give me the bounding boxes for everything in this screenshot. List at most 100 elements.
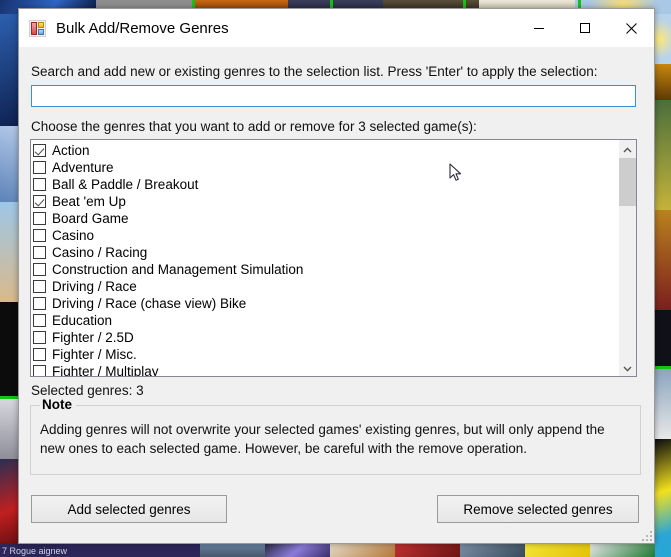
checkbox-unchecked-icon[interactable] [33, 280, 46, 293]
genre-list-item[interactable]: Education [33, 312, 618, 329]
checkbox-unchecked-icon[interactable] [33, 212, 46, 225]
genre-list-item-label: Ball & Paddle / Breakout [52, 177, 199, 192]
genre-checked-list-box[interactable]: Action Adventure Ball & Paddle / Breakout B… [30, 139, 637, 377]
background-thumbnail [0, 399, 20, 459]
background-thumbnail [655, 369, 671, 439]
genre-list-item-label: Fighter / Misc. [52, 347, 137, 362]
background-thumbnail [0, 302, 20, 398]
genre-list-item[interactable]: Fighter / Multiplay [33, 363, 618, 376]
background-thumbnail-row [655, 439, 671, 557]
resize-grip[interactable] [640, 529, 652, 541]
checkbox-unchecked-icon[interactable] [33, 246, 46, 259]
genre-list-item[interactable]: Casino [33, 227, 618, 244]
add-selected-genres-button[interactable]: Add selected genres [31, 495, 227, 523]
background-thumbnail [0, 126, 20, 202]
genre-list-item-label: Board Game [52, 211, 129, 226]
selected-genres-count: Selected genres: 3 [31, 383, 144, 398]
title-bar[interactable]: Bulk Add/Remove Genres [19, 9, 654, 47]
background-thumbnail [655, 310, 671, 366]
background-thumbnail [655, 14, 671, 64]
close-button[interactable] [608, 9, 654, 47]
genre-list-item-label: Driving / Race [52, 279, 137, 294]
genre-list-item[interactable]: Fighter / 2.5D [33, 329, 618, 346]
genre-list-item[interactable]: Casino / Racing [33, 244, 618, 261]
maximize-icon [579, 22, 591, 34]
background-thumbnail [265, 543, 330, 557]
chevron-down-icon [623, 359, 632, 377]
choose-genres-label: Choose the genres that you want to add o… [31, 119, 477, 134]
remove-selected-genres-button[interactable]: Remove selected genres [437, 495, 639, 523]
checkbox-checked-icon[interactable] [33, 195, 46, 208]
note-groupbox: Note Adding genres will not overwrite yo… [30, 397, 641, 475]
checkbox-unchecked-icon[interactable] [33, 229, 46, 242]
checkbox-unchecked-icon[interactable] [33, 314, 46, 327]
background-thumbnail [330, 543, 395, 557]
genre-list-item[interactable]: Ball & Paddle / Breakout [33, 176, 618, 193]
background-thumbnail-row [0, 14, 20, 126]
search-instruction-label: Search and add new or existing genres to… [31, 64, 598, 79]
window-controls [516, 9, 654, 47]
genre-list-item-label: Casino / Racing [52, 245, 148, 260]
checkbox-unchecked-icon[interactable] [33, 331, 46, 344]
background-thumbnail-row [655, 14, 671, 64]
checkbox-unchecked-icon[interactable] [33, 348, 46, 361]
background-thumbnail [655, 64, 671, 100]
genre-list-item-label: Action [52, 143, 90, 158]
genre-list-item-label: Fighter / Multiplay [52, 364, 159, 376]
background-thumbnail [590, 543, 655, 557]
background-thumbnail-row [0, 302, 20, 398]
background-thumbnail-row [655, 369, 671, 439]
scrollbar-down-button[interactable] [619, 359, 636, 376]
scrollbar-up-button[interactable] [619, 140, 636, 157]
background-thumbnail-row [655, 310, 671, 366]
background-thumbnail [460, 543, 525, 557]
minimize-icon [533, 22, 545, 34]
chevron-up-icon [623, 140, 632, 158]
background-caption: 7 Rogue aignew [2, 546, 68, 556]
background-thumbnail [0, 14, 20, 126]
background-thumbnail-row [655, 210, 671, 310]
background-thumbnail-row [655, 64, 671, 100]
background-thumbnail [655, 100, 671, 210]
checkbox-unchecked-icon[interactable] [33, 263, 46, 276]
genre-list-item[interactable]: Action [33, 142, 618, 159]
genre-list-item[interactable]: Construction and Management Simulation [33, 261, 618, 278]
window-title: Bulk Add/Remove Genres [56, 19, 229, 37]
background-thumbnail-row [200, 543, 655, 557]
maximize-button[interactable] [562, 9, 608, 47]
genre-list[interactable]: Action Adventure Ball & Paddle / Breakout B… [31, 140, 618, 376]
genre-list-item-label: Fighter / 2.5D [52, 330, 134, 345]
background-thumbnail [200, 543, 265, 557]
background-thumbnail [525, 543, 590, 557]
background-thumbnail-row [0, 126, 20, 202]
checkbox-unchecked-icon[interactable] [33, 161, 46, 174]
genre-list-item[interactable]: Driving / Race (chase view) Bike [33, 295, 618, 312]
background-thumbnail [0, 202, 20, 302]
background-thumbnail-row [655, 100, 671, 210]
genre-list-item-label: Casino [52, 228, 95, 243]
genre-list-item-label: Driving / Race (chase view) Bike [52, 296, 247, 311]
bulk-add-remove-genres-dialog: Bulk Add/Remove Genres Search and add ne… [18, 8, 655, 544]
background-thumbnail [655, 210, 671, 310]
genre-list-item[interactable]: Board Game [33, 210, 618, 227]
note-title: Note [40, 397, 76, 412]
genre-list-scrollbar[interactable] [618, 140, 636, 376]
checkbox-checked-icon[interactable] [33, 144, 46, 157]
genre-list-item[interactable]: Beat 'em Up [33, 193, 618, 210]
close-icon [625, 22, 638, 35]
background-thumbnail-row [0, 399, 20, 459]
genre-list-item[interactable]: Driving / Race [33, 278, 618, 295]
background-thumbnail [0, 459, 20, 543]
genre-list-item-label: Education [52, 313, 113, 328]
genre-list-item-label: Construction and Management Simulation [52, 262, 304, 277]
checkbox-unchecked-icon[interactable] [33, 178, 46, 191]
dialog-client-area: Search and add new or existing genres to… [19, 47, 654, 543]
genre-list-item[interactable]: Adventure [33, 159, 618, 176]
genre-list-item-label: Adventure [52, 160, 114, 175]
scrollbar-thumb[interactable] [619, 158, 636, 206]
checkbox-unchecked-icon[interactable] [33, 297, 46, 310]
genre-list-item[interactable]: Fighter / Misc. [33, 346, 618, 363]
minimize-button[interactable] [516, 9, 562, 47]
checkbox-unchecked-icon[interactable] [33, 365, 46, 376]
search-input[interactable] [31, 85, 636, 107]
